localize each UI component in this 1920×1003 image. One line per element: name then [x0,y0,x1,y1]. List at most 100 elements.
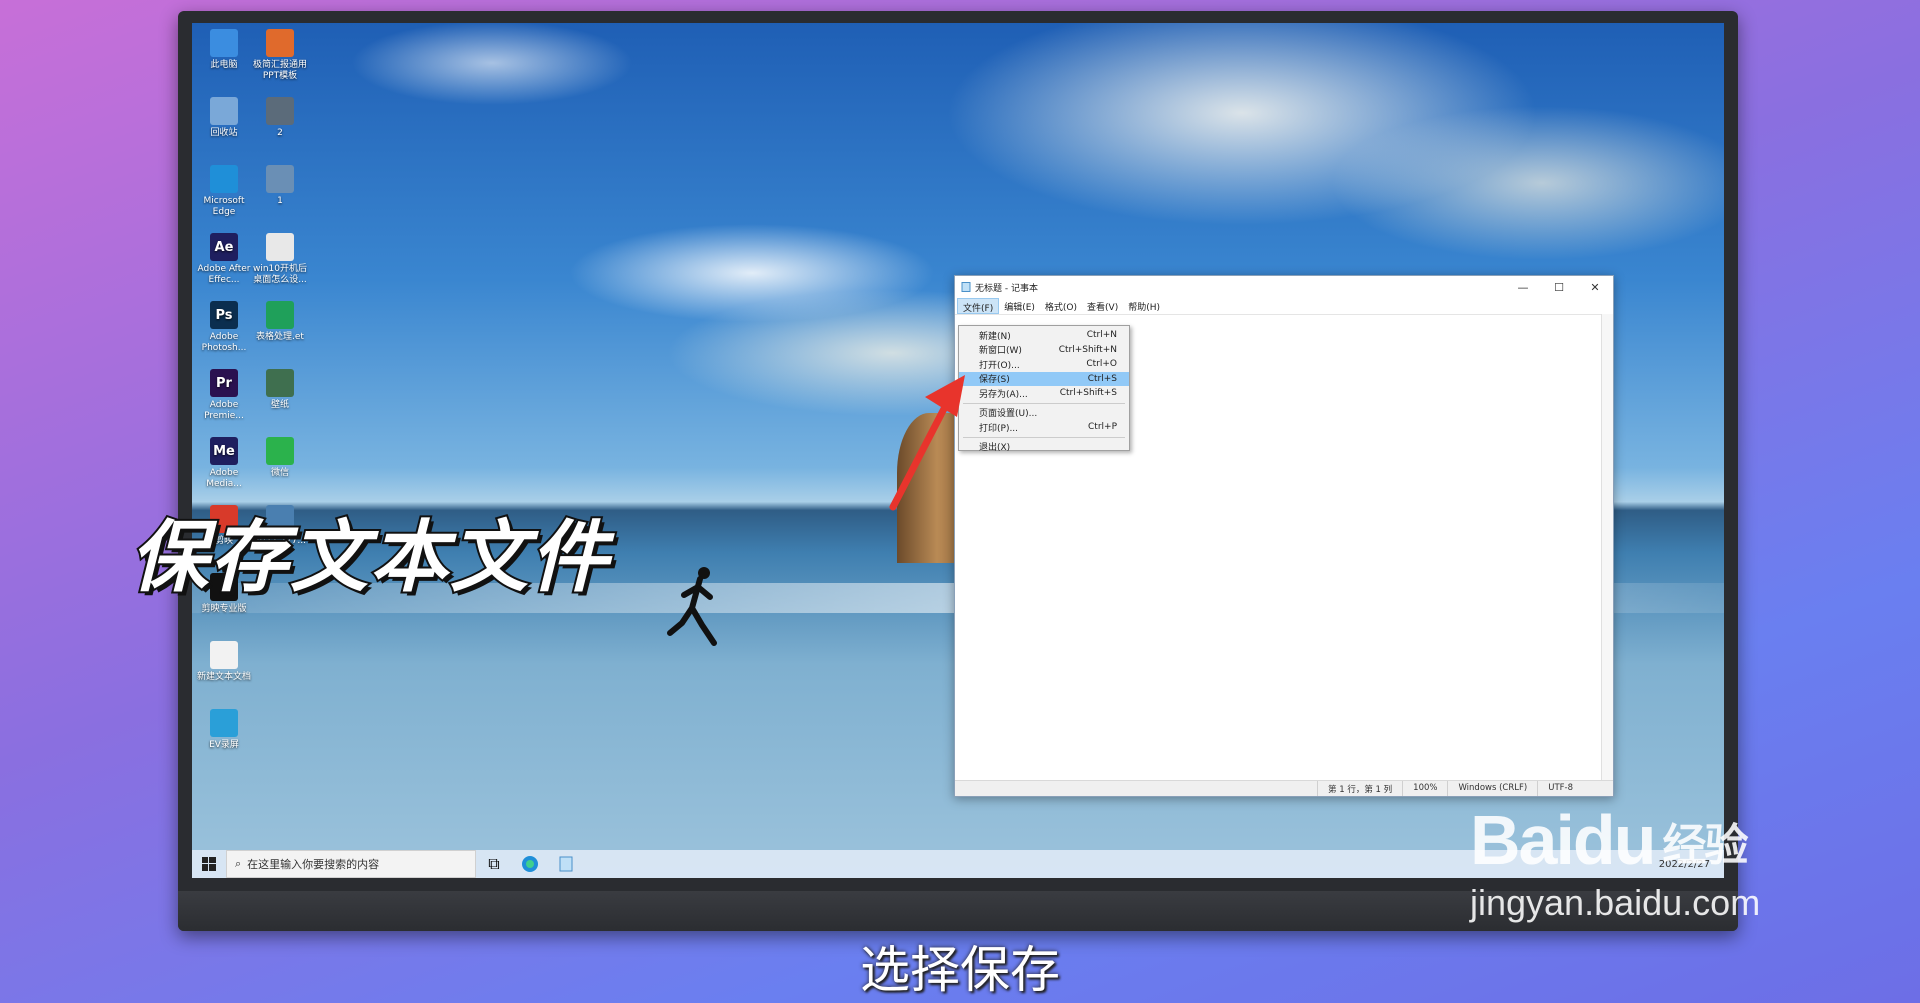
file-menu-item[interactable]: 打印(P)... Ctrl+P [959,420,1129,435]
watermark-url: jingyan.baidu.com [1470,881,1761,923]
desktop-icon-label: 壁纸 [270,400,289,410]
desktop-icon-label: Adobe After Effec... [197,264,251,285]
menu-item-label: 另存为(A)... [979,389,1028,400]
desktop-icon-label: Adobe Premie... [204,400,244,421]
desktop-icon-label: 1 [277,196,283,206]
menu-item-shortcut: Ctrl+N [1086,330,1117,341]
ppt-icon [266,29,294,57]
desktop-icon[interactable]: 极简汇报通用PPT模板 [252,29,308,82]
menu-item-label: 打印(P)... [979,423,1019,434]
notepad-menubar: 文件(F) 编辑(E) 格式(O) 查看(V) 帮助(H) [955,298,1613,314]
menu-file[interactable]: 文件(F) [957,298,1000,314]
menu-item-shortcut: Ctrl+Shift+N [1058,344,1117,355]
image-icon [266,369,294,397]
menu-item-label: 退出(X) [979,443,1011,454]
desktop-icon-label: 微信 [270,468,289,478]
desktop-icon[interactable]: Ps Adobe Photosh... [196,301,252,354]
ev-icon [210,709,238,737]
desktop-icon-label: 极简汇报通用PPT模板 [252,60,307,81]
spreadsheet-icon [266,301,294,329]
desktop-icon[interactable]: 微信 [252,437,308,479]
notepad-taskbar-icon[interactable] [548,850,584,878]
desktop-icon[interactable]: 1 [252,165,308,207]
desktop-icon[interactable]: Me Adobe Media... [196,437,252,490]
desktop-icon-label: 表格处理.et [256,332,304,342]
file-menu-item[interactable]: 页面设置(U)... [959,406,1129,421]
desktop-icon[interactable]: Pr Adobe Premie... [196,369,252,422]
desktop-icon-label: EV录屏 [209,740,239,750]
notepad-statusbar: 第 1 行，第 1 列 100% Windows (CRLF) UTF-8 [955,780,1613,796]
maximize-button[interactable]: ☐ [1541,281,1577,294]
menu-item-label: 新建(N) [979,331,1011,342]
desktop-icon[interactable]: Microsoft Edge [196,165,252,218]
start-button[interactable] [192,850,226,878]
file-menu-dropdown: 新建(N) Ctrl+N 新窗口(W) Ctrl+Shift+N 打开(O)... Ctr… [958,325,1130,453]
notepad-icon [961,282,971,292]
me-icon: Me [210,437,238,465]
file-menu-item[interactable]: 保存(S) Ctrl+S [959,371,1129,386]
desktop-icon-label: win10开机后桌面怎么设... [252,264,308,285]
menu-item-label: 打开(O)... [979,360,1020,371]
headline-overlay: 保存文本文件 [128,511,611,605]
menu-separator [963,402,1125,404]
file-menu-item[interactable]: 另存为(A)... Ctrl+Shift+S [959,386,1129,401]
menu-item-shortcut: Ctrl+P [1088,422,1117,433]
menu-item-label: 页面设置(U)... [979,409,1038,420]
vertical-scrollbar[interactable] [1601,314,1613,780]
menu-help[interactable]: 帮助(H) [1123,298,1165,314]
status-zoom: 100% [1402,781,1447,796]
status-line-ending: Windows (CRLF) [1447,781,1537,796]
close-button[interactable]: ✕ [1577,281,1613,294]
wechat-icon [266,437,294,465]
image-icon [266,97,294,125]
menu-edit[interactable]: 编辑(E) [999,298,1040,314]
desktop-icon[interactable]: 表格处理.et [252,301,308,343]
desktop-icon[interactable]: 此电脑 [196,29,252,71]
desktop-icon[interactable]: 壁纸 [252,369,308,411]
desktop-icon[interactable]: Ae Adobe After Effec... [196,233,252,286]
menu-item-label: 保存(S) [979,375,1010,386]
file-menu-item[interactable]: 退出(X) [959,440,1129,455]
search-icon: ⌕ [235,857,242,870]
ae-icon: Ae [210,233,238,261]
desktop-icon-label: 新建文本文档 [196,672,251,682]
watermark-logo: Baidu [1470,801,1656,879]
notepad-titlebar[interactable]: 无标题 - 记事本 — ☐ ✕ [955,276,1613,298]
subtitle-caption: 选择保存 [860,941,1060,999]
desktop-icon-label: Microsoft Edge [203,196,245,217]
status-position: 第 1 行，第 1 列 [1317,781,1402,796]
desktop-icon[interactable]: win10开机后桌面怎么设... [252,233,308,286]
menu-item-shortcut: Ctrl+S [1087,373,1117,384]
baidu-watermark: Baidu 经验 jingyan.baidu.com [1470,800,1830,924]
search-placeholder: 在这里输入你要搜索的内容 [247,858,380,871]
pr-icon: Pr [210,369,238,397]
edge-icon[interactable] [512,850,548,878]
notepad-title: 无标题 - 记事本 [975,283,1038,294]
taskbar-search-box[interactable]: ⌕ 在这里输入你要搜索的内容 [226,850,476,878]
recycle-bin-icon [210,97,238,125]
status-encoding: UTF-8 [1537,781,1613,796]
runner-silhouette [667,567,717,646]
red-arrow-pointer [889,375,965,511]
task-view-icon[interactable]: ⧉ [476,850,512,878]
menu-item-shortcut: Ctrl+Shift+S [1059,388,1117,399]
file-menu-item[interactable]: 打开(O)... Ctrl+O [959,357,1129,372]
desktop-icon-label: 2 [277,128,283,138]
desktop-icon[interactable]: 新建文本文档 [196,641,252,683]
desktop-icon-label: Adobe Photosh... [201,332,247,353]
desktop-icon[interactable]: EV录屏 [196,709,252,751]
text-file-icon [210,641,238,669]
menu-view[interactable]: 查看(V) [1082,298,1123,314]
image-icon [266,165,294,193]
menu-item-shortcut: Ctrl+O [1086,359,1117,370]
edge-icon [210,165,238,193]
ps-icon: Ps [210,301,238,329]
minimize-button[interactable]: — [1505,281,1541,294]
menu-format[interactable]: 格式(O) [1040,298,1082,314]
desktop-icon[interactable]: 回收站 [196,97,252,139]
file-menu-item[interactable]: 新窗口(W) Ctrl+Shift+N [959,343,1129,358]
watermark-logo-cn: 经验 [1662,820,1748,870]
file-menu-item[interactable]: 新建(N) Ctrl+N [959,328,1129,343]
document-icon [266,233,294,261]
desktop-icon[interactable]: 2 [252,97,308,139]
